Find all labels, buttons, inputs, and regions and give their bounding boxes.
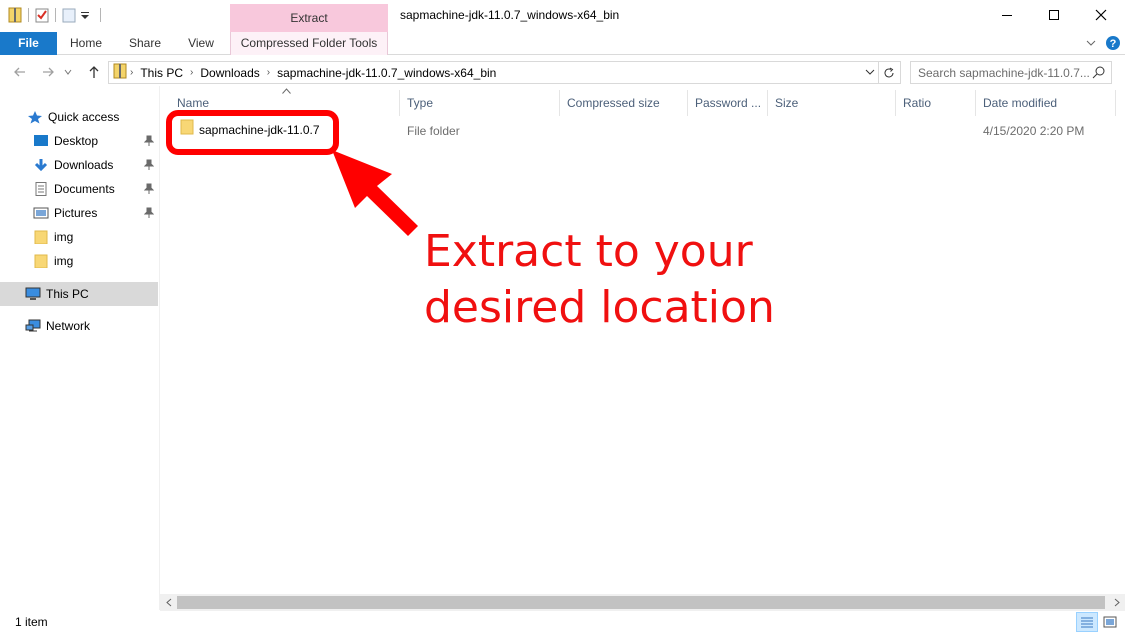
file-password (688, 118, 768, 142)
zip-folder-icon (113, 63, 127, 82)
close-button[interactable] (1078, 0, 1124, 30)
sidebar-item-label: Network (46, 319, 91, 333)
contextual-tab-extract: Extract (230, 4, 388, 32)
tab-share[interactable]: Share (122, 32, 168, 55)
forward-button[interactable] (38, 62, 58, 82)
desktop-icon (33, 134, 49, 148)
horizontal-scrollbar[interactable] (160, 594, 1125, 611)
pictures-icon (33, 206, 49, 220)
ribbon-tabs: File Home Share View Compressed Folder T… (0, 32, 1125, 55)
sidebar-item-label: img (54, 254, 74, 268)
breadcrumb-this-pc[interactable]: This PC (136, 66, 187, 80)
sidebar-item-img[interactable]: img (0, 249, 158, 273)
file-size (768, 118, 896, 142)
scroll-right-icon[interactable] (1108, 594, 1125, 611)
column-header-date-modified[interactable]: Date modified (976, 90, 1116, 116)
status-bar: 1 item (0, 612, 1125, 634)
window-title: sapmachine-jdk-11.0.7_windows-x64_bin (400, 8, 620, 22)
sidebar-item-label: Downloads (54, 158, 114, 172)
sidebar-item-label: Desktop (54, 134, 99, 148)
sidebar-item-label: Pictures (54, 206, 98, 220)
breadcrumb-current-folder[interactable]: sapmachine-jdk-11.0.7_windows-x64_bin (273, 66, 500, 80)
sidebar-item-downloads[interactable]: Downloads (0, 153, 158, 177)
tab-file[interactable]: File (0, 32, 57, 55)
chevron-down-icon[interactable] (1085, 37, 1097, 52)
star-icon (27, 110, 43, 124)
up-button[interactable] (84, 62, 104, 82)
file-date-modified: 4/15/2020 2:20 PM (983, 124, 1085, 138)
new-folder-icon[interactable] (62, 7, 76, 23)
help-icon[interactable]: ? (1105, 35, 1121, 54)
svg-text:?: ? (1110, 38, 1117, 50)
zip-folder-icon[interactable] (8, 7, 22, 23)
sidebar-item-pictures[interactable]: Pictures (0, 201, 158, 225)
title-bar: Extract sapmachine-jdk-11.0.7_windows-x6… (0, 0, 1125, 32)
column-header-type[interactable]: Type (400, 90, 560, 116)
column-header-password[interactable]: Password ... (688, 90, 768, 116)
breadcrumb-separator: › (190, 67, 194, 78)
sidebar-item-label: Documents (54, 182, 115, 196)
scrollbar-thumb[interactable] (177, 596, 1105, 609)
quick-access-toolbar (8, 7, 103, 23)
properties-icon[interactable] (35, 7, 49, 23)
maximize-button[interactable] (1031, 0, 1077, 30)
search-placeholder: Search sapmachine-jdk-11.0.7... (918, 65, 1090, 80)
folder-icon (33, 254, 49, 269)
file-type: File folder (407, 124, 460, 138)
document-icon (33, 182, 49, 196)
item-count: 1 item (15, 615, 48, 629)
sidebar-item-label: img (54, 230, 74, 244)
customize-toolbar-icon[interactable] (80, 7, 94, 23)
sidebar-item-img[interactable]: img (0, 225, 158, 249)
large-icons-view-icon[interactable] (1099, 612, 1121, 632)
column-header-ratio[interactable]: Ratio (896, 90, 976, 116)
back-button[interactable] (10, 62, 30, 82)
column-header-compressed-size[interactable]: Compressed size (560, 90, 688, 116)
address-dropdown-icon[interactable] (864, 66, 876, 81)
pin-icon[interactable] (143, 207, 155, 219)
sidebar-item-label: Quick access (48, 110, 120, 124)
sidebar-item-desktop[interactable]: Desktop (0, 129, 158, 153)
navigation-pane: Quick access Desktop Downloads Documents… (0, 96, 160, 606)
navigation-bar: › This PC › Downloads › sapmachine-jdk-1… (0, 58, 1125, 86)
breadcrumb-separator: › (130, 67, 134, 78)
details-view-icon[interactable] (1076, 612, 1098, 632)
address-bar[interactable]: › This PC › Downloads › sapmachine-jdk-1… (108, 61, 901, 84)
file-compressed-size (560, 118, 688, 142)
search-input[interactable]: Search sapmachine-jdk-11.0.7... (910, 61, 1112, 84)
folder-icon (33, 230, 49, 245)
breadcrumb-separator: › (266, 67, 271, 78)
search-icon[interactable] (1092, 66, 1105, 82)
pin-icon[interactable] (143, 135, 155, 147)
sidebar-item-network[interactable]: Network (0, 314, 158, 338)
computer-icon (25, 287, 41, 301)
tab-home[interactable]: Home (62, 32, 110, 55)
minimize-button[interactable] (984, 0, 1030, 30)
sidebar-item-documents[interactable]: Documents (0, 177, 158, 201)
recent-locations-button[interactable] (62, 62, 74, 82)
pin-icon[interactable] (143, 183, 155, 195)
tab-view[interactable]: View (180, 32, 222, 55)
sidebar-item-this-pc[interactable]: This PC (0, 282, 158, 306)
file-ratio (896, 118, 976, 142)
annotation-arrow (332, 150, 418, 236)
refresh-icon[interactable] (878, 62, 898, 83)
column-header-size[interactable]: Size (768, 90, 896, 116)
breadcrumb-downloads[interactable]: Downloads (196, 66, 263, 80)
sidebar-item-quick-access[interactable]: Quick access (0, 105, 158, 129)
download-icon (33, 158, 49, 172)
scroll-left-icon[interactable] (160, 594, 177, 611)
pin-icon[interactable] (143, 159, 155, 171)
sidebar-item-label: This PC (46, 287, 89, 301)
network-icon (25, 319, 41, 333)
tab-compressed-folder-tools[interactable]: Compressed Folder Tools (230, 32, 388, 55)
annotation-highlight (166, 110, 339, 155)
pane-divider[interactable] (159, 86, 160, 610)
annotation-text: Extract to your desired location (424, 226, 775, 333)
